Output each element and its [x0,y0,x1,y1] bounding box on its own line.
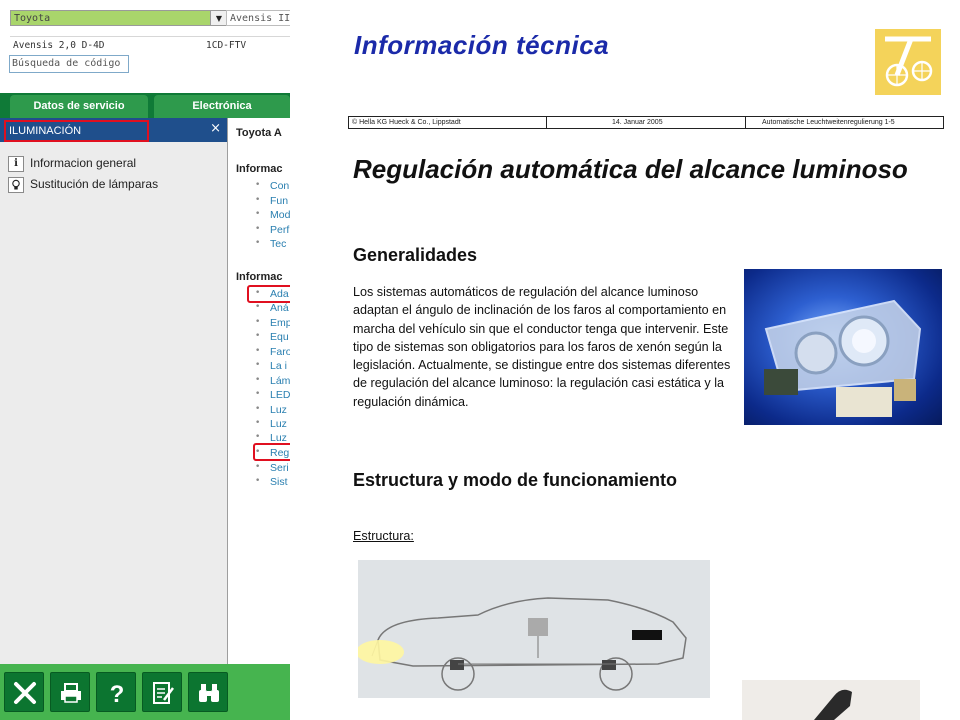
breadcrumb: Toyota A [236,127,282,139]
app-pane: Toyota ▼ Avensis II Avensis 2,0 D-4D 1CD… [0,0,290,720]
help-icon: ? [110,681,125,706]
bullet-icon: • [255,180,261,190]
bullet-icon: • [255,346,261,356]
link-item[interactable]: Perf [270,224,289,236]
bullet-icon: • [255,224,261,234]
search-button[interactable] [188,672,228,712]
variant-row[interactable]: Avensis 2,0 D-4D 1CD-FTV [10,36,290,51]
meta-company: © Hella KG Hueck & Co., Lippstadt [352,119,461,126]
bullet-icon: • [255,404,261,414]
tree-item-general-info[interactable]: i Informacion general [8,154,136,172]
svg-text:?: ? [110,681,125,706]
panel-header: ILUMINACIÓN × [0,118,227,142]
engine-code-label: 1CD-FTV [206,40,247,51]
link-item[interactable]: Aná [270,302,289,314]
bullet-icon: • [255,418,261,428]
link-item[interactable]: Sist [270,476,288,488]
meta-date: 14. Januar 2005 [612,119,663,126]
link-item[interactable]: Con [270,180,289,192]
link-item[interactable]: Emp [270,317,290,329]
link-item[interactable]: Faro [270,346,290,358]
document-viewer[interactable]: Información técnica © Hella KG Hueck & C… [290,0,960,720]
bullet-icon: • [255,432,261,442]
bulb-icon [8,176,24,193]
close-button[interactable] [4,672,44,712]
notes-button[interactable] [142,672,182,712]
bullet-icon: • [255,389,261,399]
panel-title: ILUMINACIÓN [4,120,149,142]
bullet-icon: • [255,317,261,327]
bullet-icon: • [255,331,261,341]
code-search-input[interactable]: Búsqueda de código [9,55,129,73]
help-button[interactable]: ? [96,672,136,712]
section-heading: Informac [236,271,283,283]
section-heading-structure: Estructura y modo de funcionamiento [353,470,678,490]
binoculars-icon [199,684,219,702]
tree-item-label: Sustitución de lámparas [30,177,159,191]
headlamp-photo [744,269,942,425]
bullet-icon: • [255,302,261,312]
tree-item-lamp-replacement[interactable]: Sustitución de lámparas [8,175,158,193]
document-meta-bar: © Hella KG Hueck & Co., Lippstadt 14. Ja… [348,116,944,129]
bullet-icon: • [255,476,261,486]
document-title: Regulación automática del alcance lumino… [353,154,908,184]
close-icon [14,682,36,704]
highlight-box [253,443,290,461]
print-icon [61,683,81,703]
vehicle-selector-row: Toyota ▼ Avensis II [10,10,290,28]
highlight-box [247,285,290,303]
bullet-icon: • [255,360,261,370]
hella-logo [875,29,941,95]
bullet-icon: • [255,209,261,219]
link-item[interactable]: Seri [270,462,289,474]
section-body-general: Los sistemas automáticos de regulación d… [353,285,731,409]
bottom-toolbar: ? [0,664,290,720]
link-item[interactable]: Tec [270,238,286,250]
lighting-panel: ILUMINACIÓN × i Informacion general Susti… [0,118,228,664]
tab-bar: Datos de servicio Electrónica [0,93,290,118]
meta-divider [745,117,746,128]
content-area: Toyota A Informac • Con • Fun • Mod • Perf •… [228,118,290,664]
link-item[interactable]: Lám [270,375,290,387]
car-diagram [356,560,710,698]
tab-service-data[interactable]: Datos de servicio [10,95,148,118]
variant-label: Avensis 2,0 D-4D [13,40,105,51]
link-item[interactable]: Equ [270,331,289,343]
section-heading: Informac [236,163,283,175]
bullet-icon: • [255,195,261,205]
section-heading-general: Generalidades [353,245,478,265]
close-icon[interactable]: × [210,122,221,136]
bullet-icon: • [255,375,261,385]
bullet-icon: • [255,238,261,248]
tree-item-label: Informacion general [30,156,137,170]
meta-divider [546,117,547,128]
link-item[interactable]: Mod [270,209,290,221]
document-brand: Información técnica [354,30,610,60]
link-item[interactable]: LED [270,389,290,401]
link-item[interactable]: La i [270,360,287,372]
bullet-icon: • [255,462,261,472]
tab-electronics[interactable]: Electrónica [154,95,290,118]
info-icon: i [8,155,24,172]
structure-label: Estructura: [353,529,414,543]
model-select[interactable]: Avensis II [226,10,290,26]
link-item[interactable]: Luz [270,418,287,430]
meta-ref: Automatische Leuchtweitenregulierung 1-5 [762,119,895,126]
sensor-photo [742,680,920,720]
notes-icon [153,682,174,704]
link-item[interactable]: Luz [270,404,287,416]
link-item[interactable]: Fun [270,195,288,207]
print-button[interactable] [50,672,90,712]
make-select[interactable]: Toyota [10,10,218,26]
